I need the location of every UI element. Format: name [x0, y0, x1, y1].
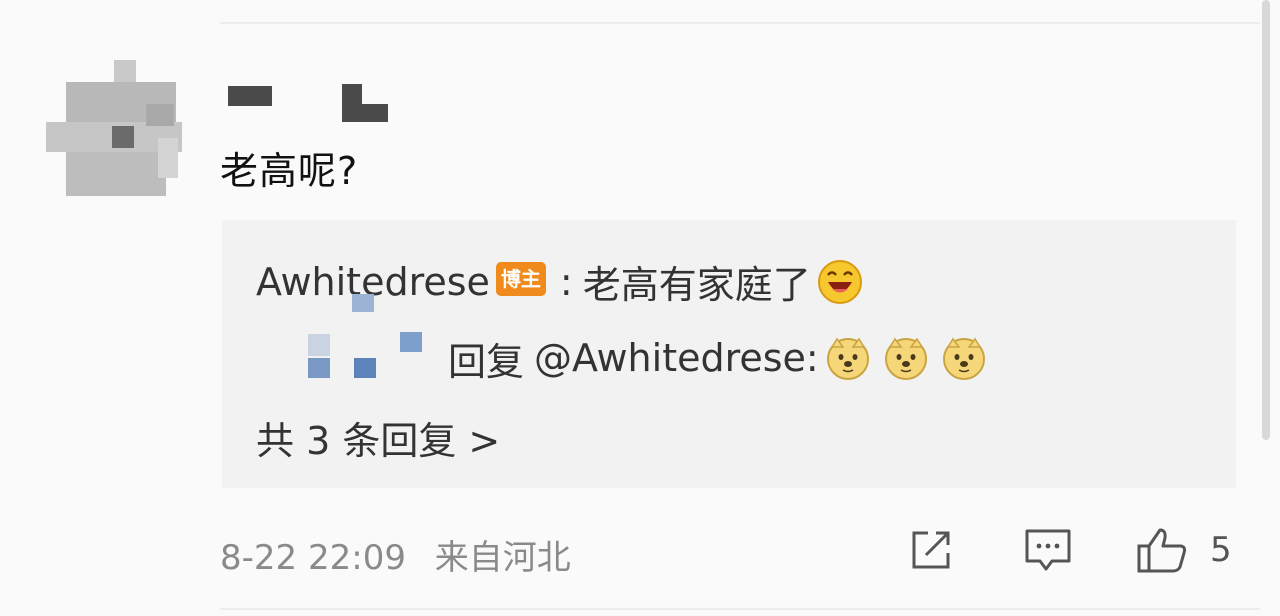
avatar[interactable] — [46, 60, 182, 196]
comment-icon — [1025, 529, 1071, 571]
author-badge: 博主 — [495, 261, 546, 296]
reply-prefix: 回复 — [448, 339, 525, 384]
comment-meta: 8-22 22:09 来自河北 — [220, 530, 571, 579]
comment-text: 老高呢? — [220, 149, 359, 193]
location: 来自河北 — [434, 538, 571, 578]
share-icon — [912, 531, 950, 569]
comment-button[interactable] — [1024, 526, 1072, 574]
doge-face-icon — [884, 337, 927, 380]
reply-user-redacted[interactable] — [256, 294, 422, 388]
laughing-face-icon — [817, 259, 862, 304]
reply-separator: : — [559, 259, 573, 304]
doge-face-icon — [942, 337, 985, 380]
like-button[interactable]: 5 — [1136, 526, 1232, 574]
thumbs-up-icon — [1137, 528, 1187, 573]
reply-item: 回复 @Awhitedrese: — [256, 294, 987, 388]
reply-mention-link[interactable]: @Awhitedrese: — [534, 336, 819, 380]
bottom-divider — [220, 608, 1260, 610]
share-button[interactable] — [908, 526, 954, 574]
like-count: 5 — [1210, 530, 1232, 570]
reply-text: 老高有家庭了 — [582, 263, 811, 307]
view-all-replies-link[interactable]: 共 3 条回复 > — [256, 410, 500, 465]
reply-box[interactable]: Awhitedrese 博主 : 老高有家庭了 回复 @Awhitedrese: — [222, 220, 1236, 488]
timestamp: 8-22 22:09 — [220, 538, 406, 578]
doge-face-icon — [826, 337, 869, 380]
top-divider — [220, 22, 1260, 24]
scrollbar[interactable] — [1262, 0, 1270, 440]
reply-item: Awhitedrese 博主 : 老高有家庭了 — [256, 254, 863, 309]
username-redacted[interactable] — [228, 84, 398, 128]
